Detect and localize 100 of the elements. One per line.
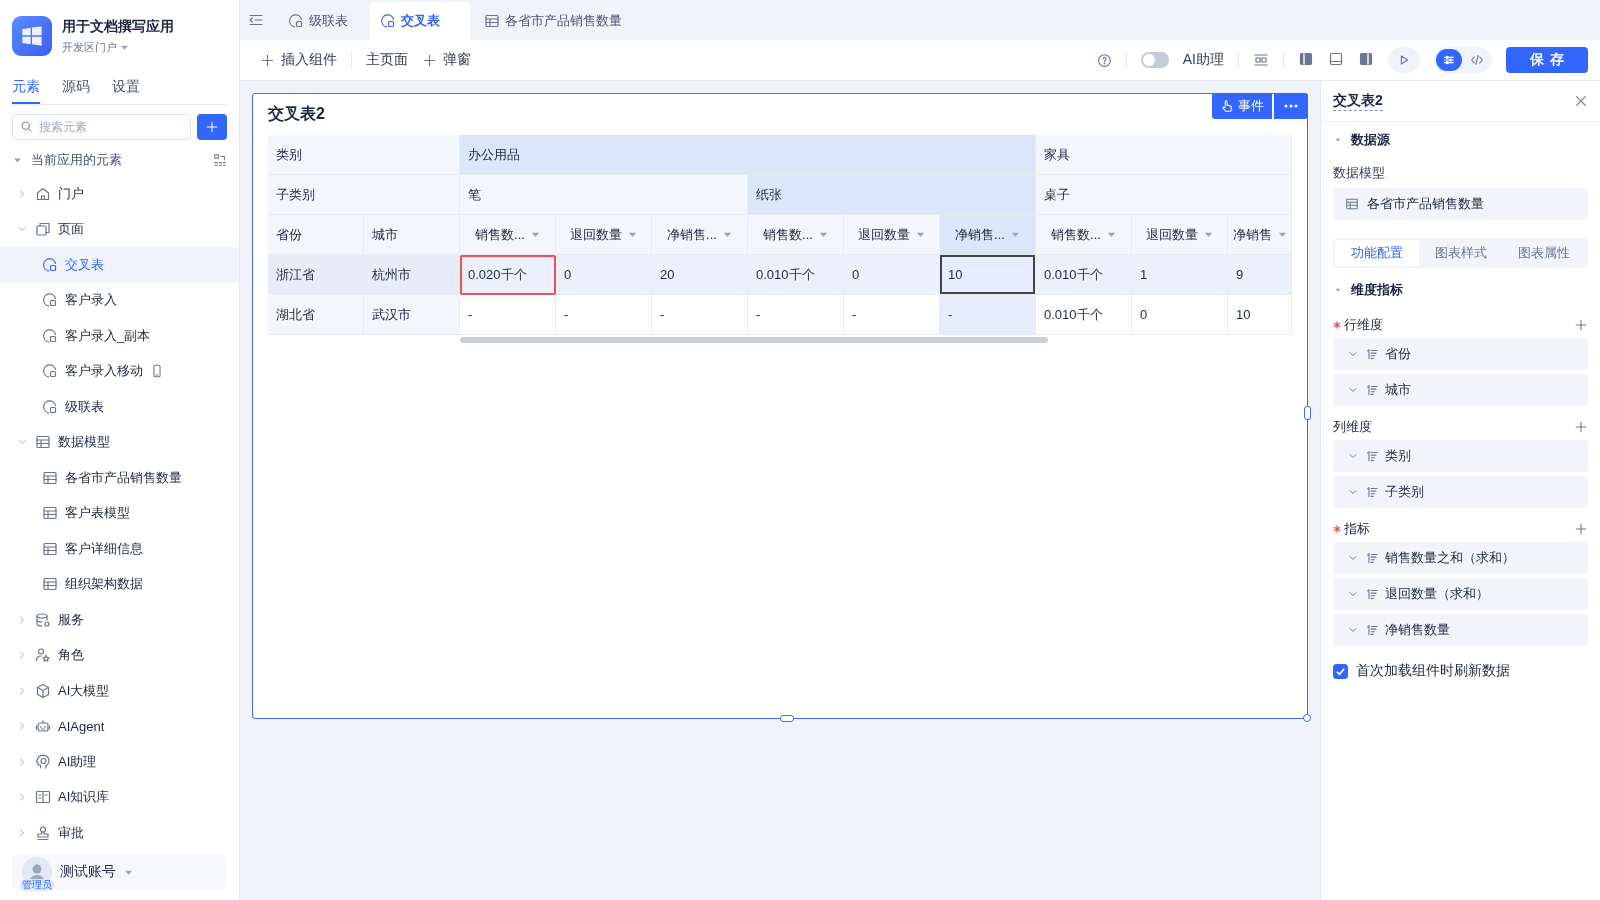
more-button[interactable]: [1274, 93, 1308, 119]
field-item[interactable]: 净销售数量: [1333, 614, 1588, 646]
column-header[interactable]: 退回数量: [1132, 215, 1228, 255]
field-item[interactable]: 销售数量之和（求和）: [1333, 542, 1588, 574]
section-title[interactable]: 数据源: [1351, 131, 1390, 149]
sidebar-tab[interactable]: 元素: [12, 74, 40, 104]
field-item[interactable]: 类别: [1333, 440, 1588, 472]
asterisk-icon: [1333, 321, 1341, 329]
field-item[interactable]: 退回数量（求和）: [1333, 578, 1588, 610]
phone-icon: [150, 364, 164, 379]
tree-item[interactable]: 服务: [12, 602, 227, 638]
column-header[interactable]: 退回数量: [844, 215, 940, 255]
head-icon: [35, 753, 51, 770]
tree-item[interactable]: AI知识库: [12, 779, 227, 815]
add-field-button[interactable]: [1574, 318, 1588, 332]
tree-tool-icon: [213, 153, 227, 167]
editor-tab[interactable]: 级联表: [278, 2, 366, 40]
tree-item[interactable]: 页面: [12, 211, 227, 247]
tree-item[interactable]: 交叉表: [0, 247, 239, 283]
header-cell: 纸张: [748, 175, 1036, 215]
header-cell: 子类别: [268, 175, 460, 215]
editor-tab[interactable]: 各省市产品销售数量: [474, 2, 640, 40]
column-header[interactable]: 销售数...: [1036, 215, 1132, 255]
config-tab[interactable]: 功能配置: [1335, 240, 1419, 266]
field-label: 数据模型: [1333, 164, 1386, 182]
tree-item[interactable]: 客户表模型: [0, 495, 239, 531]
tree-item[interactable]: AI大模型: [12, 673, 227, 709]
popup-button[interactable]: 弹窗: [422, 51, 471, 69]
group-label: 指标: [1344, 520, 1370, 538]
sort-icon: [1365, 347, 1379, 361]
tree-item[interactable]: 客户录入_副本: [0, 318, 239, 354]
tree-item[interactable]: 各省市产品销售数量: [0, 460, 239, 496]
table-cell: 10: [1228, 295, 1292, 335]
sort-icon: [1365, 383, 1379, 397]
save-button[interactable]: 保存: [1506, 47, 1588, 73]
header-cell: 笔: [460, 175, 748, 215]
table-cell: -: [556, 295, 652, 335]
tree-item[interactable]: 审批: [12, 815, 227, 851]
column-header[interactable]: 退回数量: [556, 215, 652, 255]
section-title[interactable]: 维度指标: [1351, 281, 1403, 299]
tree-item[interactable]: AIAgent: [12, 708, 227, 744]
close-button[interactable]: [1574, 94, 1588, 108]
table-cell: 0.010千个: [1036, 295, 1132, 335]
tree-item[interactable]: AI助理: [12, 744, 227, 780]
checkbox[interactable]: [1333, 663, 1348, 679]
column-header[interactable]: 净销售...: [652, 215, 748, 255]
component-card[interactable]: 交叉表2 事件 类别 办公用品 家具 子类别 笔 纸张 桌子 省份 城市 销售数... 退回数量 净销售... 销售数... 退回数量 净销售... 销售数... 退回数量 净销售 浙江省 杭州市 0.020千个 0 20 0.010千个 0 10 0.010千个 1 9 湖北省 武汉市 - - - - - - 0.010千个 0 10: [252, 93, 1308, 719]
table-cell: 9: [1228, 255, 1292, 295]
resize-handle[interactable]: [1303, 714, 1311, 722]
tree-item[interactable]: 客户录入移动: [0, 353, 239, 389]
page-icon: [380, 13, 396, 29]
sort-icon: [1365, 623, 1379, 637]
preview-button[interactable]: [1388, 47, 1420, 73]
add-field-button[interactable]: [1574, 420, 1588, 434]
table-cell: 0: [556, 255, 652, 295]
filter-icon: [722, 230, 732, 239]
column-header[interactable]: 净销售: [1228, 215, 1292, 255]
editor-tab[interactable]: 交叉表: [370, 2, 470, 40]
user-card[interactable]: 管理员 测试账号: [12, 854, 227, 890]
config-tab[interactable]: 图表属性: [1502, 240, 1586, 266]
header-cell: 办公用品: [460, 135, 1036, 175]
add-button[interactable]: [197, 114, 227, 140]
settings-view-button[interactable]: [1436, 49, 1462, 71]
home-page-button[interactable]: 主页面: [366, 51, 408, 69]
table-icon: [42, 469, 58, 486]
tree-item[interactable]: 组织架构数据: [0, 566, 239, 602]
table-cell: 0.020千个: [460, 255, 556, 295]
sidebar-tab[interactable]: 设置: [112, 74, 140, 104]
tree-item[interactable]: 数据模型: [12, 424, 227, 460]
model-field[interactable]: 各省市产品销售数量: [1333, 188, 1588, 220]
checkbox-label: 首次加载组件时刷新数据: [1356, 662, 1510, 680]
tree-item[interactable]: 客户录入: [0, 282, 239, 318]
portal-selector[interactable]: 开发区门户: [62, 39, 117, 55]
add-field-button[interactable]: [1574, 522, 1588, 536]
event-button[interactable]: 事件: [1212, 93, 1272, 119]
sidebar-tab[interactable]: 源码: [62, 74, 90, 104]
field-item[interactable]: 城市: [1333, 374, 1588, 406]
insert-button[interactable]: 插入组件: [260, 51, 337, 69]
tree-item[interactable]: 客户详细信息: [0, 531, 239, 567]
table-cell: 20: [652, 255, 748, 295]
table-cell: -: [940, 295, 1036, 335]
resize-handle[interactable]: [780, 715, 794, 722]
resize-handle[interactable]: [1304, 406, 1311, 420]
config-tab[interactable]: 图表样式: [1418, 240, 1503, 266]
table-cell: 1: [1132, 255, 1228, 295]
field-item[interactable]: 子类别: [1333, 476, 1588, 508]
column-header[interactable]: 销售数...: [748, 215, 844, 255]
assistant-toggle[interactable]: [1140, 52, 1169, 68]
column-header[interactable]: 销售数...: [460, 215, 556, 255]
tree-item[interactable]: 级联表: [0, 389, 239, 425]
code-icon: [1470, 53, 1484, 67]
inspector-title[interactable]: 交叉表2: [1333, 91, 1383, 111]
tree-item[interactable]: 角色: [12, 637, 227, 673]
search-field[interactable]: 搜索元素: [12, 114, 191, 140]
field-item[interactable]: 省份: [1333, 338, 1588, 370]
plus-icon: [1574, 318, 1588, 332]
column-header[interactable]: 净销售...: [940, 215, 1036, 255]
scrollbar[interactable]: [460, 337, 1048, 343]
user-name: 测试账号: [60, 863, 116, 881]
tree-item[interactable]: 门户: [12, 176, 227, 212]
